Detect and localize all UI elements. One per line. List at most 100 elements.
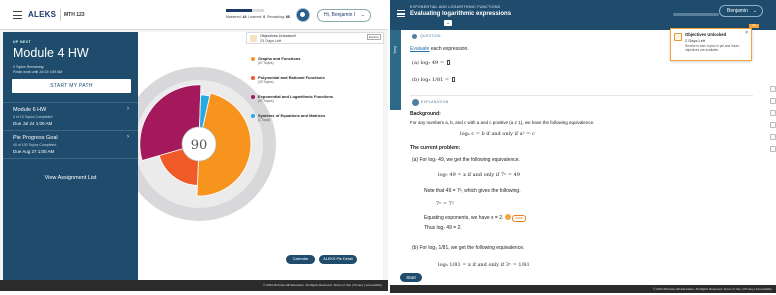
chevron-down-icon: ⌄	[360, 12, 365, 18]
topic-expand-icon[interactable]: ⌄	[444, 20, 452, 26]
divider	[410, 95, 753, 96]
explore-button[interactable]: Explore	[366, 34, 381, 40]
toast-tag: Tip	[749, 24, 759, 28]
course-name: MTH 123	[64, 12, 85, 18]
side-tab-label: Sorry	[393, 46, 397, 54]
mastery-progress-fill	[226, 9, 252, 12]
objectives-unlocked-toast[interactable]: Tip Objectives Unlocked 2 Days Left Revi…	[670, 24, 759, 61]
tool-button[interactable]	[770, 110, 776, 116]
mastered-label: Mastered:	[226, 15, 242, 19]
close-icon[interactable]: ×	[745, 30, 748, 36]
chevron-down-icon: ⌄	[752, 8, 757, 14]
topic-category: EXPONENTIAL AND LOGARITHMIC FUNCTIONS	[410, 5, 501, 9]
toast-title: Objectives Unlocked	[685, 32, 727, 37]
topic-title: Evaluating logarithmic expressions	[410, 11, 512, 17]
aleks-pie-chart[interactable]: 90	[138, 32, 383, 289]
solution-a-exponents: Equating exponents, we have x = 2. more	[424, 214, 526, 222]
objectives-unlocked-banner[interactable]: Objectives Unlocked! 23 Days Left Explor…	[246, 32, 384, 44]
module-6-due: Due Jul 24 1:00 AM	[13, 121, 53, 126]
divider	[60, 9, 61, 21]
part-b-text: (b) log₃ 1/81 =	[412, 77, 451, 83]
legend-dot	[251, 57, 255, 61]
finish-date: Finish work until Jul 19 1:59 AM	[13, 70, 63, 74]
instruction: Evaluate each expression.	[410, 46, 469, 52]
question-icon	[412, 34, 417, 39]
up-next-label: UP NEXT	[13, 40, 31, 44]
tool-button[interactable]	[770, 146, 776, 152]
evaluate-link[interactable]: Evaluate	[410, 46, 429, 52]
more-button[interactable]: more	[511, 214, 526, 222]
avatar-icon[interactable]	[296, 8, 310, 22]
solution-a-note: Note that 49 = 7², which gives the follo…	[424, 188, 521, 194]
mastery-stats: Mastered: 44 Learned: 0 Remaining: 68	[226, 15, 290, 19]
remaining-value: 68	[285, 15, 290, 19]
divider	[3, 102, 138, 103]
user-menu-button[interactable]: Hi, Benjamin I ⌄	[317, 9, 371, 22]
screenshot-stage: ALEKS MTH 123 Mastered: 44 Learned: 0 Re…	[0, 0, 776, 295]
legend-sub: (67 Topics)	[258, 61, 274, 65]
progress-indicator	[673, 13, 719, 16]
pie-detail-button[interactable]: ALEKS Pie Detail	[319, 255, 357, 264]
toast-text: Review to earn topics in pie and future …	[685, 44, 740, 52]
explanation-icon	[412, 99, 419, 106]
unlock-title: Objectives Unlocked!	[260, 34, 296, 38]
footer: © 2023 McGraw Hill Education. All Rights…	[0, 280, 388, 291]
footer: © 2023 McGraw Hill Education. All Rights…	[390, 285, 776, 293]
view-assignment-list-link[interactable]: View Assignment List	[3, 175, 138, 181]
learned-label: Learned:	[248, 15, 263, 19]
mastered-value: 44	[242, 15, 247, 19]
tool-button[interactable]	[770, 98, 776, 104]
tool-button[interactable]	[770, 134, 776, 140]
part-a-text: (a) log₇ 49 =	[412, 60, 446, 66]
divider	[3, 158, 138, 159]
pie-goal-due: Due Aug 27 1:00 AM	[13, 149, 55, 154]
remaining-label: Remaining:	[267, 15, 285, 19]
menu-icon[interactable]	[13, 11, 22, 19]
calendar-button[interactable]: Calendar	[286, 255, 315, 264]
pie-center-value: 90	[191, 138, 208, 153]
side-tab[interactable]: Sorry	[390, 30, 401, 110]
top-bar: ALEKS MTH 123 Mastered: 44 Learned: 0 Re…	[0, 0, 388, 30]
part-b: (b) log₃ 1/81 =	[412, 77, 455, 83]
menu-icon[interactable]	[397, 10, 405, 17]
legend-dot	[251, 114, 255, 118]
module-6-title: Module 6 HW	[13, 107, 47, 113]
pie-panel: 90 Objectives Unlocked! 23 Days Left Exp…	[138, 32, 384, 289]
exponents-text: Equating exponents, we have x = 2.	[424, 215, 504, 221]
tool-button[interactable]	[770, 86, 776, 92]
divider	[3, 130, 138, 131]
background-text: For any numbers a, b, and c with a and c…	[410, 120, 595, 125]
part-a: (a) log₇ 49 =	[412, 60, 450, 66]
start-button[interactable]: Start	[400, 273, 422, 282]
start-my-path-button[interactable]: START MY PATH	[12, 79, 131, 93]
unlock-icon	[674, 33, 682, 41]
learned-value: 0	[263, 15, 266, 19]
legend-sub: (1 Topic)	[258, 118, 271, 122]
user-greeting: Hi, Benjamin I	[324, 12, 356, 18]
solution-a-equivalence: log₇ 49 = x if and only if 7ˣ = 49	[438, 172, 520, 178]
user-name: Benjamin	[727, 8, 748, 14]
mastery-progress-bar	[226, 9, 264, 12]
chevron-right-icon: ›	[127, 134, 129, 140]
aleks-logo: ALEKS	[28, 10, 57, 19]
user-menu-button[interactable]: Benjamin ⌄	[719, 5, 763, 17]
footer-text: © 2023 McGraw Hill Education. All Rights…	[263, 283, 382, 287]
solution-a-result: Thus log₇ 49 = 2.	[424, 225, 462, 231]
tool-button[interactable]	[770, 122, 776, 128]
answer-box-b[interactable]	[451, 77, 455, 82]
solution-a-intro: (a) For log₇ 49, we get the following eq…	[412, 157, 520, 163]
solution-b-intro: (b) For log₃ 1/81, we get the following …	[412, 245, 525, 251]
pie-goal-progress: 40 of 100 Topics Completed	[13, 143, 57, 147]
current-problem-heading: The current problem:	[410, 145, 461, 151]
legend-dot	[251, 76, 255, 80]
explanation-label: EXPLANATION	[421, 100, 449, 104]
instruction-text: each expression.	[429, 46, 469, 52]
solution-b-equivalence: log₃ 1/81 = x if and only if 3ˣ = 1/81	[438, 262, 530, 268]
pie-goal-title: Pie Progress Goal	[13, 135, 58, 141]
answer-box-a[interactable]	[446, 60, 450, 65]
aleks-home-panel: ALEKS MTH 123 Mastered: 44 Learned: 0 Re…	[0, 0, 388, 291]
assignment-sidebar: UP NEXT Module 4 HW 0 Topics Remaining F…	[3, 32, 138, 289]
equivalence-rule: logₐ c = b if and only if aᵇ = c	[460, 131, 535, 137]
topics-remaining: 0 Topics Remaining	[13, 65, 44, 69]
unlock-icon	[250, 35, 257, 42]
